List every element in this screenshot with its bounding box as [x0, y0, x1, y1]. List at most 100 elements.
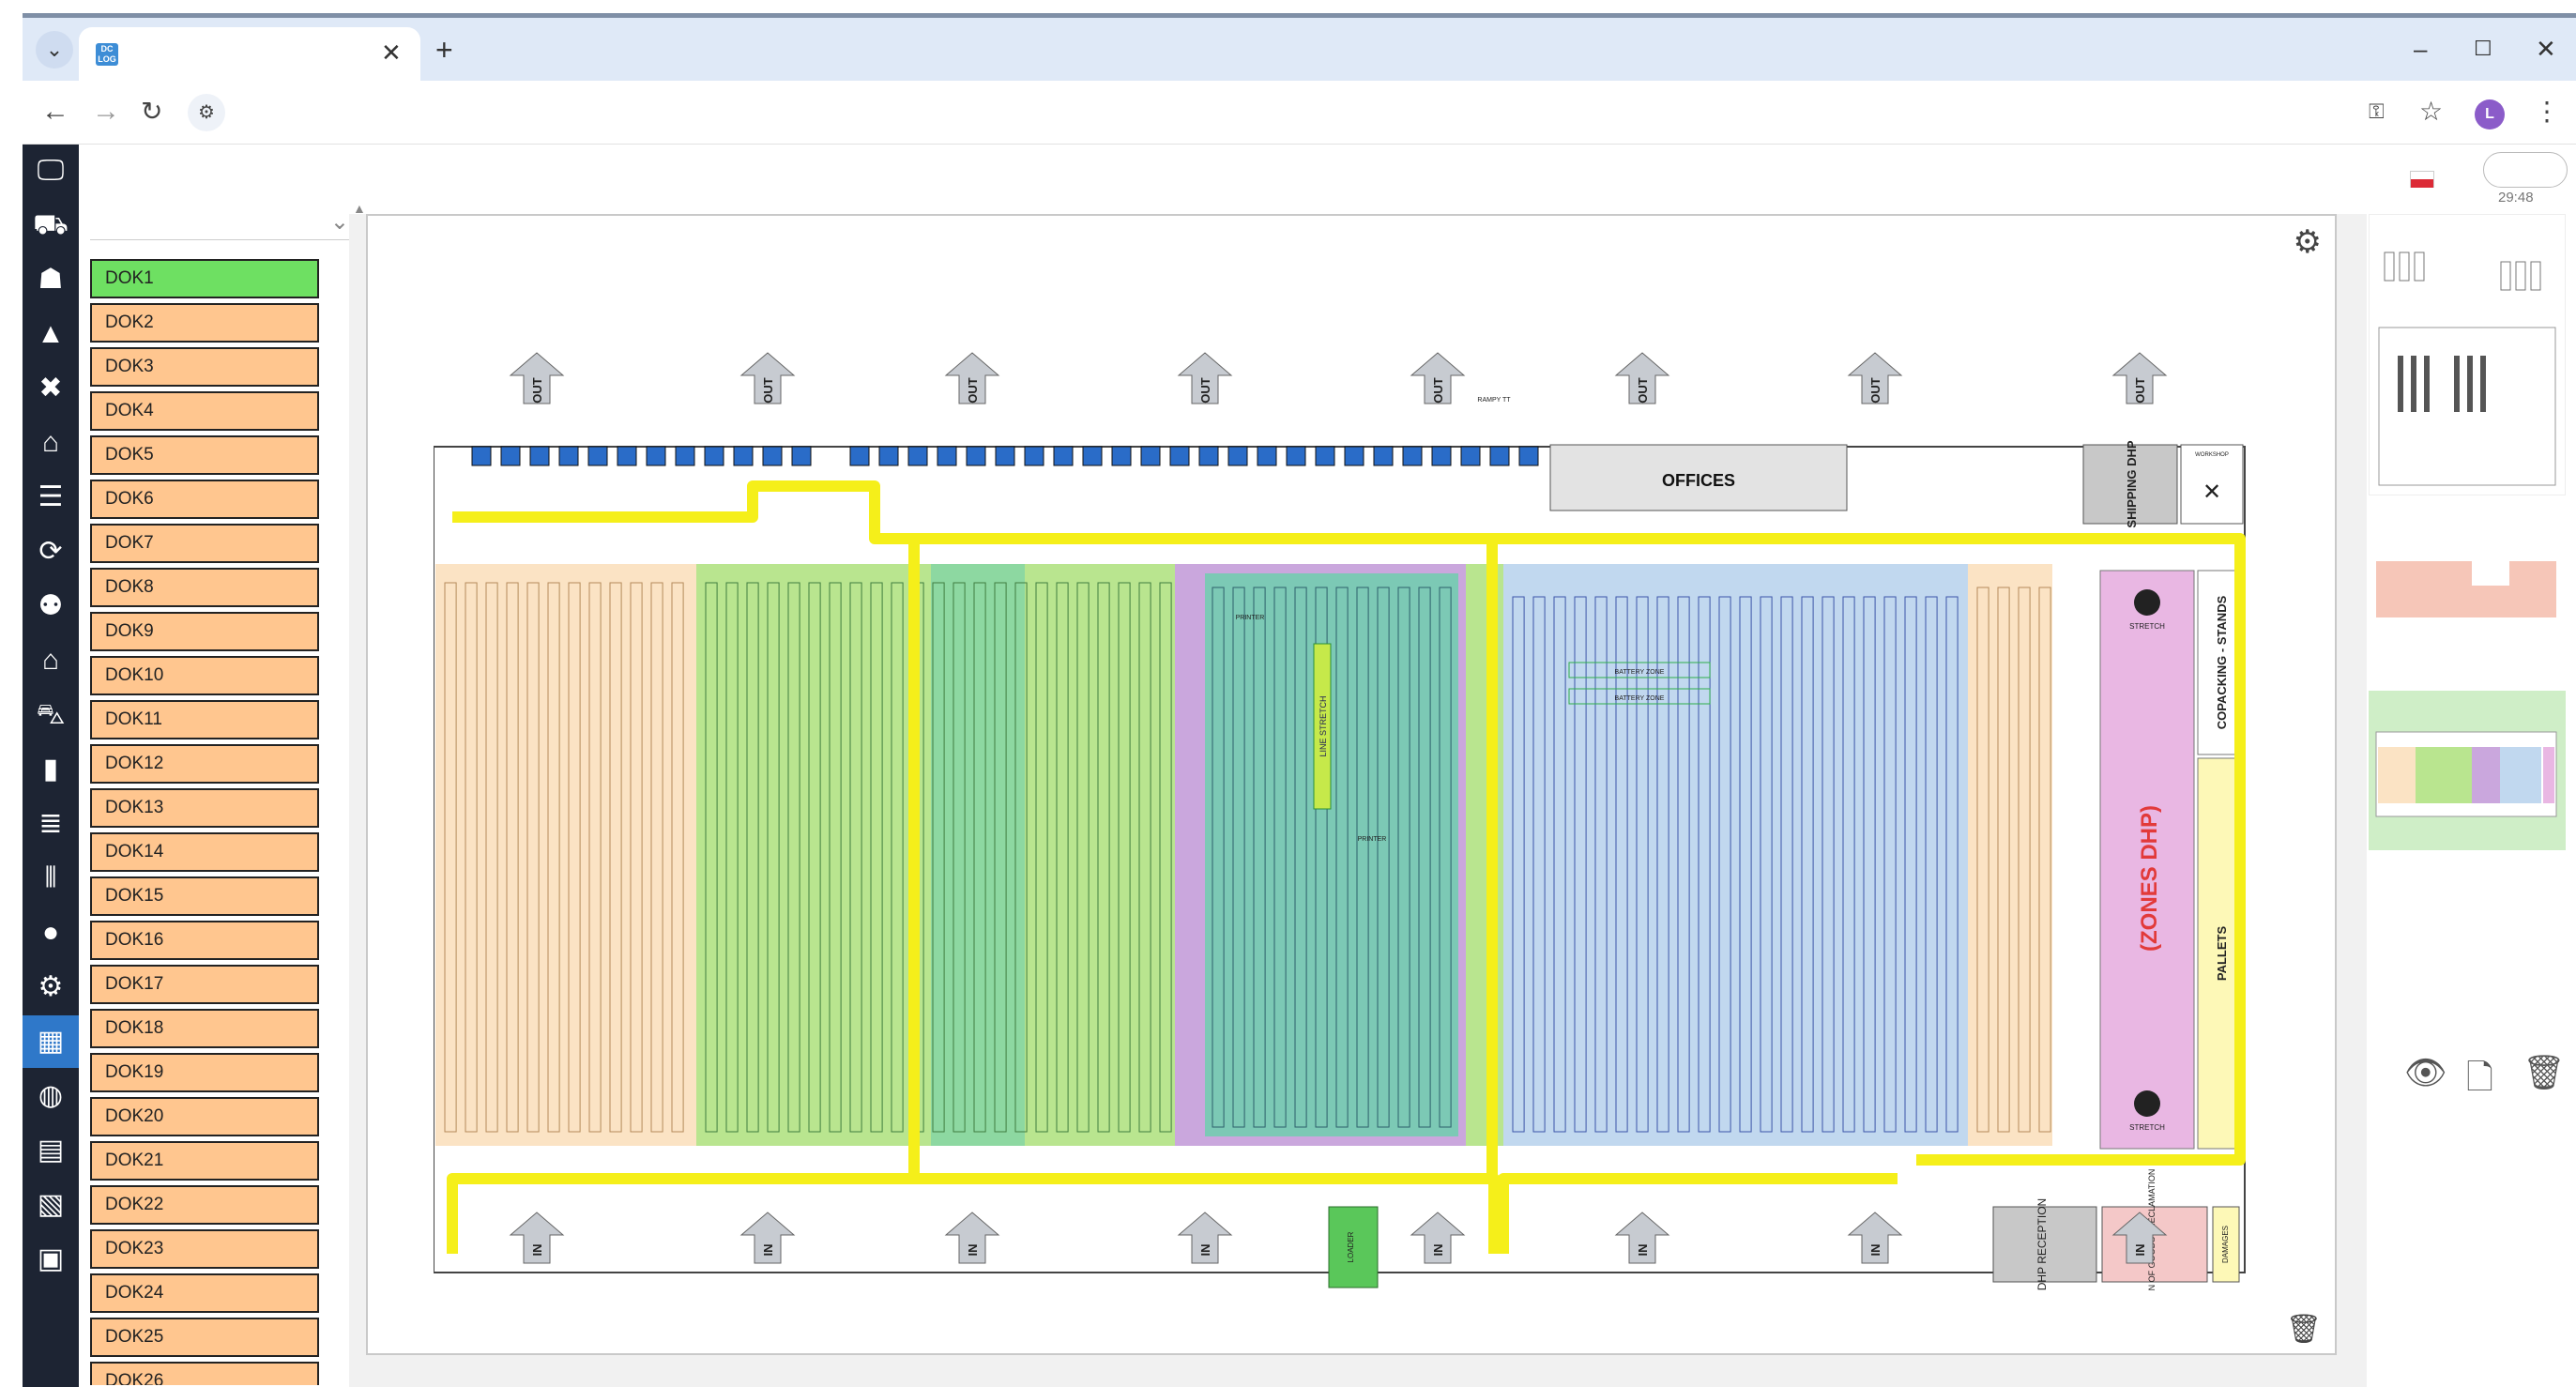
dock-door[interactable] [849, 446, 870, 466]
dock-item[interactable]: DOK15 [90, 876, 319, 916]
dock-door[interactable] [1489, 446, 1510, 466]
dock-door[interactable] [471, 446, 492, 466]
dock-door[interactable] [762, 446, 783, 466]
dock-door[interactable] [1431, 446, 1452, 466]
window-close-icon[interactable]: ✕ [2536, 35, 2556, 63]
browser-tab[interactable]: DC LOG ✕ [79, 27, 420, 81]
out-dock-arrow[interactable]: OUT [509, 352, 565, 404]
dock-item[interactable]: DOK21 [90, 1141, 319, 1181]
dock-item[interactable]: DOK5 [90, 435, 319, 475]
group-icon[interactable]: ⚉ [23, 580, 79, 633]
gears-icon[interactable]: ⚙ [2294, 223, 2322, 261]
dock-item[interactable]: DOK10 [90, 656, 319, 695]
cone-icon[interactable]: ▲ [23, 308, 79, 360]
out-dock-arrow[interactable]: OUT [739, 352, 796, 404]
dock-item[interactable]: DOK20 [90, 1097, 319, 1136]
globe-icon[interactable]: ◍ [23, 1070, 79, 1122]
worker-icon[interactable]: ☗ [23, 253, 79, 306]
forklift-icon[interactable]: ⛍ [23, 689, 79, 741]
dock-item[interactable]: DOK25 [90, 1318, 319, 1357]
dock-item[interactable]: DOK6 [90, 480, 319, 519]
dock-item[interactable]: DOK9 [90, 612, 319, 651]
dock-door[interactable] [1460, 446, 1481, 466]
warehouse-plan[interactable]: OFFICES SHIPPING DHP WORKSHOP ✕ RAMPY TT… [434, 278, 2254, 1291]
dock-item[interactable]: DOK19 [90, 1053, 319, 1092]
add-file-icon[interactable]: 🗋 [2466, 1053, 2493, 1110]
profile-avatar[interactable]: L [2475, 99, 2505, 130]
dock-door[interactable] [878, 446, 899, 466]
dock-door[interactable] [500, 446, 521, 466]
list-icon[interactable]: ≣ [23, 798, 79, 850]
dock-door[interactable] [937, 446, 957, 466]
truck-icon[interactable]: ⛟ [23, 199, 79, 251]
dock-door[interactable] [1111, 446, 1132, 466]
dock-door[interactable] [617, 446, 637, 466]
in-dock-arrow[interactable]: IN [1847, 1212, 1903, 1264]
dock-door[interactable] [1257, 446, 1277, 466]
dock-door[interactable] [1169, 446, 1190, 466]
password-key-icon[interactable]: ⚿ [2369, 96, 2385, 128]
in-dock-arrow[interactable]: IN [739, 1212, 796, 1264]
dock-door[interactable] [995, 446, 1015, 466]
dock-door[interactable] [1373, 446, 1394, 466]
out-dock-arrow[interactable]: OUT [1847, 352, 1903, 404]
user-icon[interactable]: ● [23, 907, 79, 959]
in-dock-arrow[interactable]: IN [944, 1212, 1000, 1264]
log-icon[interactable]: ▣ [23, 1233, 79, 1286]
dock-door[interactable] [558, 446, 579, 466]
reload-icon[interactable]: ↻ [141, 98, 162, 126]
out-dock-arrow[interactable]: OUT [1410, 352, 1466, 404]
thumbnail-layout-3[interactable] [2369, 691, 2566, 850]
tools-icon[interactable]: ✖ [23, 362, 79, 415]
browser-menu-icon[interactable]: ⋮ [2534, 96, 2560, 128]
dock-door[interactable] [1315, 446, 1335, 466]
dock-door[interactable] [1344, 446, 1364, 466]
out-dock-arrow[interactable]: OUT [1177, 352, 1233, 404]
dock-door[interactable] [646, 446, 666, 466]
dock-item[interactable]: DOK22 [90, 1185, 319, 1225]
dock-door[interactable] [907, 446, 928, 466]
calculator-icon[interactable]: ▤ [23, 1124, 79, 1177]
in-dock-arrow[interactable]: IN [509, 1212, 565, 1264]
dock-door[interactable] [1286, 446, 1306, 466]
dock-item[interactable]: DOK4 [90, 391, 319, 431]
dock-door[interactable] [1402, 446, 1423, 466]
thumbnail-layout-2[interactable] [2369, 552, 2566, 627]
home-icon[interactable]: ⌂ [23, 634, 79, 687]
bookmark-star-icon[interactable]: ☆ [2419, 96, 2443, 128]
dock-door[interactable] [733, 446, 754, 466]
site-info-icon[interactable]: ⚙ [188, 94, 225, 131]
out-dock-arrow[interactable]: OUT [2111, 352, 2168, 404]
language-flag-icon[interactable] [2410, 171, 2434, 188]
dock-item[interactable]: DOK13 [90, 788, 319, 828]
back-icon[interactable]: ← [41, 98, 69, 126]
new-tab-icon[interactable]: + [435, 35, 453, 65]
thumbnail-layout-1[interactable] [2369, 214, 2566, 495]
dock-item[interactable]: DOK16 [90, 921, 319, 960]
dock-item[interactable]: DOK18 [90, 1009, 319, 1048]
out-dock-arrow[interactable]: OUT [1614, 352, 1670, 404]
dock-item[interactable]: DOK17 [90, 965, 319, 1004]
refresh-icon[interactable]: ⟳ [23, 526, 79, 578]
dock-door[interactable] [1082, 446, 1103, 466]
forward-icon[interactable]: → [92, 98, 120, 126]
dock-item[interactable]: DOK23 [90, 1229, 319, 1269]
dock-door[interactable] [1518, 446, 1539, 466]
dock-item[interactable]: DOK7 [90, 524, 319, 563]
maximize-icon[interactable]: ☐ [2474, 35, 2492, 63]
dock-door[interactable] [1198, 446, 1219, 466]
in-dock-arrow[interactable]: IN [1410, 1212, 1466, 1264]
dock-door[interactable] [1053, 446, 1074, 466]
map-icon[interactable]: ▦ [23, 1015, 79, 1068]
dock-door[interactable] [587, 446, 608, 466]
bar-chart-icon[interactable]: ▮ [23, 743, 79, 796]
minimize-icon[interactable]: – [2414, 35, 2427, 63]
dock-item[interactable]: DOK26 [90, 1362, 319, 1385]
monitor-icon[interactable]: 🖵 [23, 145, 79, 197]
in-dock-arrow[interactable]: IN [1177, 1212, 1233, 1264]
trash-icon[interactable]: 🗑 [2286, 1313, 2322, 1346]
eye-icon[interactable]: 👁 [2404, 1053, 2447, 1092]
dock-door[interactable] [791, 446, 812, 466]
library-icon[interactable]: ⫴ [23, 852, 79, 905]
dock-door[interactable] [704, 446, 724, 466]
